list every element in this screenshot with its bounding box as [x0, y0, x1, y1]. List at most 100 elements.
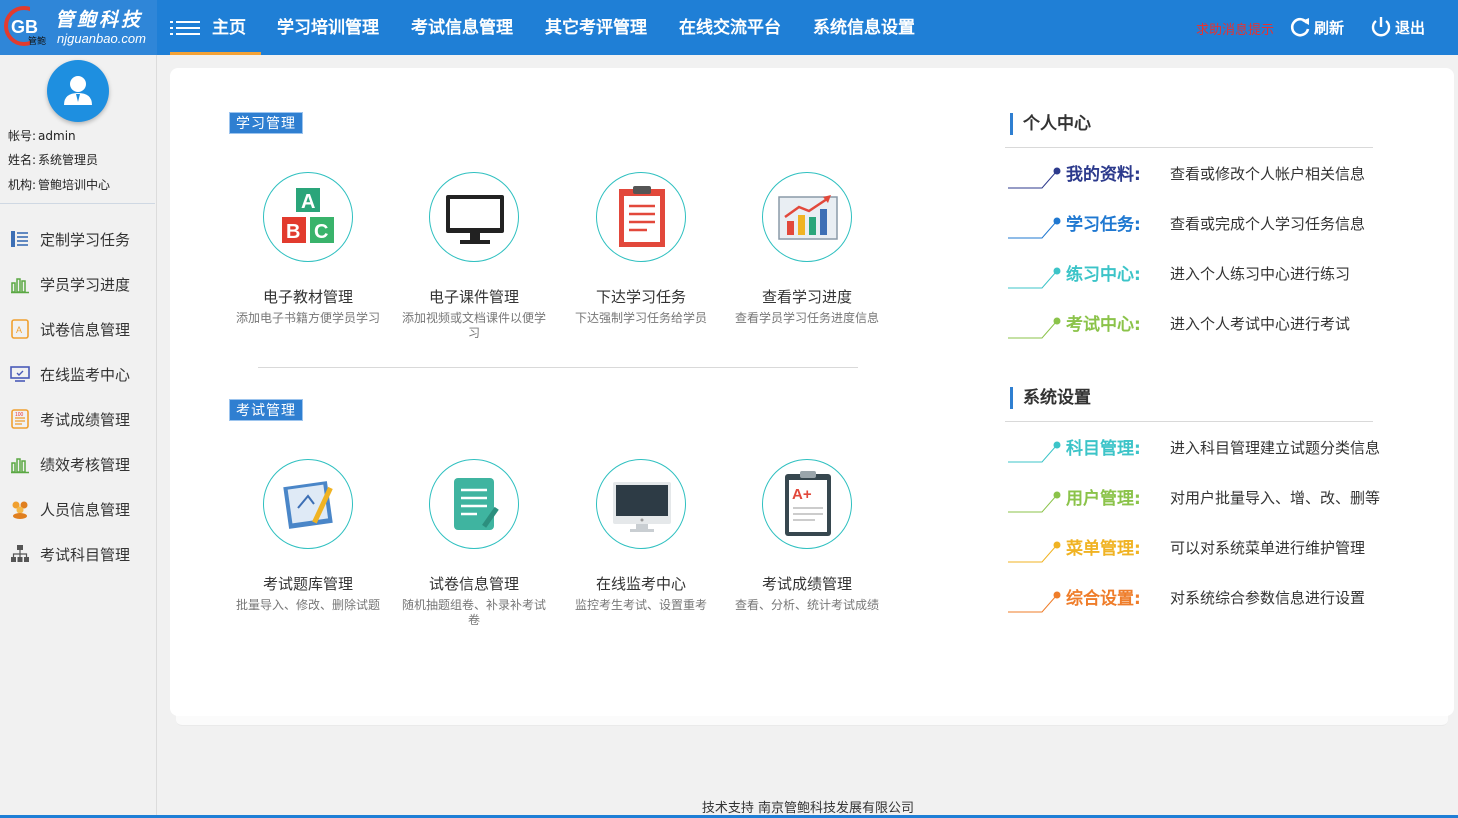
svg-text:C: C: [314, 221, 328, 243]
personal-center-item-label[interactable]: 练习中心:: [1066, 260, 1141, 285]
connector-bullet-icon: [1008, 491, 1061, 513]
module-assign-task[interactable]: 下达学习任务 下达强制学习任务给学员: [561, 172, 721, 326]
grade-a-plus-icon: A+: [785, 471, 831, 536]
module-icon-circle: [263, 459, 353, 549]
system-settings-item-label[interactable]: 用户管理:: [1066, 484, 1141, 509]
account-info: 帐号: admin: [8, 127, 76, 144]
brand-site: njguanbao.com: [57, 31, 146, 46]
module-icon-circle: [762, 172, 852, 262]
sidebar-item-performance[interactable]: 绩效考核管理: [10, 451, 130, 477]
personal-center-item-desc: 查看或完成个人学习任务信息: [1170, 215, 1366, 233]
connector-bullet-icon: [1008, 167, 1061, 189]
monitor-icon: [10, 364, 30, 384]
nav-study-training[interactable]: 学习培训管理: [261, 0, 395, 55]
avatar[interactable]: [47, 60, 109, 122]
nav-online-exchange[interactable]: 在线交流平台: [663, 0, 797, 55]
name-value: 系统管理员: [38, 153, 99, 167]
personal-center-item[interactable]: 练习中心: 进入个人练习中心进行练习: [1008, 260, 1408, 310]
module-title: 查看学习进度: [761, 288, 852, 306]
module-ebook[interactable]: A B C 电子教材管理 添加电子书籍方便学员学习: [228, 172, 388, 326]
module-icon-circle: [596, 172, 686, 262]
connector-bullet-icon: [1008, 591, 1061, 613]
sidebar: 帐号: admin 姓名: 系统管理员 机构: 管鲍培训中心 定制学习任务 学员学习进…: [0, 55, 157, 818]
sidebar-item-personnel[interactable]: 人员信息管理: [10, 496, 130, 522]
bar-chart-icon: [10, 454, 30, 474]
personal-center-item-desc: 进入个人练习中心进行练习: [1170, 265, 1351, 283]
brand-logo[interactable]: GB 管鲍 管鲍科技 njguanbao.com: [0, 0, 157, 55]
org-value: 管鲍培训中心: [38, 178, 111, 192]
people-icon: [10, 499, 30, 519]
system-settings-item-label[interactable]: 菜单管理:: [1066, 534, 1141, 559]
module-icon-circle: [429, 459, 519, 549]
sidebar-item-label: 绩效考核管理: [40, 455, 131, 474]
connector-bullet-icon: [1008, 217, 1061, 239]
module-online-proctoring[interactable]: 在线监考中心 监控考生考试、设置重考: [561, 459, 721, 613]
module-desc: 添加电子书籍方便学员学习: [235, 311, 380, 325]
personal-center-item[interactable]: 考试中心: 进入个人考试中心进行考试: [1008, 310, 1408, 360]
refresh-button[interactable]: 刷新: [1288, 14, 1344, 40]
system-settings-item-desc: 对系统综合参数信息进行设置: [1170, 589, 1366, 607]
sidebar-item-exam-subjects[interactable]: 考试科目管理: [10, 541, 130, 567]
hierarchy-icon: [10, 544, 30, 564]
user-icon: [64, 76, 92, 105]
nav-other-evaluation[interactable]: 其它考评管理: [529, 0, 663, 55]
personal-center-item-label[interactable]: 学习任务:: [1066, 210, 1141, 235]
account-label: 帐号:: [8, 129, 37, 143]
system-settings-item-desc: 进入科目管理建立试题分类信息: [1170, 439, 1381, 457]
module-title: 在线监考中心: [595, 575, 686, 593]
sidebar-item-label: 试卷信息管理: [40, 320, 131, 339]
module-desc: 监控考生考试、设置重考: [574, 598, 707, 612]
nav-home[interactable]: 主页: [170, 0, 261, 55]
bar-chart-icon: [10, 274, 30, 294]
module-study-progress[interactable]: 查看学习进度 查看学员学习任务进度信息: [727, 172, 887, 326]
brand-name: 管鲍科技: [55, 9, 144, 31]
svg-text:A: A: [301, 191, 315, 213]
sidebar-item-label: 人员信息管理: [40, 500, 131, 519]
module-title: 试卷信息管理: [428, 575, 519, 593]
svg-text:A+: A+: [792, 486, 812, 503]
logo-mark-sub: 管鲍: [28, 35, 46, 46]
logout-button[interactable]: 退出: [1369, 14, 1425, 40]
personal-center-item[interactable]: 学习任务: 查看或完成个人学习任务信息: [1008, 210, 1408, 260]
help-message-link[interactable]: 求助消息提示: [1196, 19, 1274, 38]
system-settings-rule: [1005, 421, 1373, 422]
name-label: 姓名:: [8, 153, 37, 167]
connector-bullet-icon: [1008, 317, 1061, 339]
question-bank-icon: [283, 481, 333, 529]
sidebar-item-custom-study-task[interactable]: 定制学习任务: [10, 226, 130, 252]
nav-home-label: 主页: [212, 18, 246, 38]
module-desc: 批量导入、修改、删除试题: [235, 598, 380, 612]
module-title: 电子教材管理: [262, 288, 353, 306]
system-settings-item[interactable]: 科目管理: 进入科目管理建立试题分类信息: [1008, 434, 1408, 484]
sidebar-item-exam-scores[interactable]: 100 考试成绩管理: [10, 406, 130, 432]
sidebar-item-online-proctoring[interactable]: 在线监考中心: [10, 361, 130, 387]
name-info: 姓名: 系统管理员: [8, 151, 98, 168]
personal-center-rule: [1005, 147, 1373, 148]
module-courseware[interactable]: 电子课件管理 添加视频或文档课件以便学习: [394, 172, 554, 341]
personal-center-title: 个人中心: [1010, 113, 1091, 135]
personal-center-item-label[interactable]: 我的资料:: [1066, 160, 1141, 185]
sidebar-item-paper-info[interactable]: A 试卷信息管理: [10, 316, 130, 342]
menu-list-icon: [170, 21, 200, 35]
module-title: 考试题库管理: [262, 575, 353, 593]
system-settings-item-label[interactable]: 科目管理:: [1066, 434, 1141, 459]
personal-center-item-label[interactable]: 考试中心:: [1066, 310, 1141, 335]
sidebar-item-student-progress[interactable]: 学员学习进度: [10, 271, 130, 297]
abc-blocks-icon: A B C: [282, 188, 334, 243]
sidebar-item-label: 学员学习进度: [40, 275, 131, 294]
personal-center-item[interactable]: 我的资料: 查看或修改个人帐户相关信息: [1008, 160, 1408, 210]
clipboard-icon: [619, 186, 665, 247]
nav-system-settings[interactable]: 系统信息设置: [797, 0, 931, 55]
system-settings-item-label[interactable]: 综合设置:: [1066, 584, 1141, 609]
module-desc: 随机抽题组卷、补录补考试卷: [401, 598, 546, 627]
growth-chart-icon: [778, 195, 838, 240]
nav-exam-info[interactable]: 考试信息管理: [395, 0, 529, 55]
module-question-bank[interactable]: 考试题库管理 批量导入、修改、删除试题: [228, 459, 388, 613]
connector-bullet-icon: [1008, 541, 1061, 563]
system-settings-item[interactable]: 综合设置: 对系统综合参数信息进行设置: [1008, 584, 1408, 634]
module-exam-scores[interactable]: A+ 考试成绩管理 查看、分析、统计考试成绩: [727, 459, 887, 613]
module-paper-info[interactable]: 试卷信息管理 随机抽题组卷、补录补考试卷: [394, 459, 554, 628]
connector-bullet-icon: [1008, 267, 1061, 289]
system-settings-item[interactable]: 菜单管理: 可以对系统菜单进行维护管理: [1008, 534, 1408, 584]
system-settings-item[interactable]: 用户管理: 对用户批量导入、增、改、删等: [1008, 484, 1408, 534]
